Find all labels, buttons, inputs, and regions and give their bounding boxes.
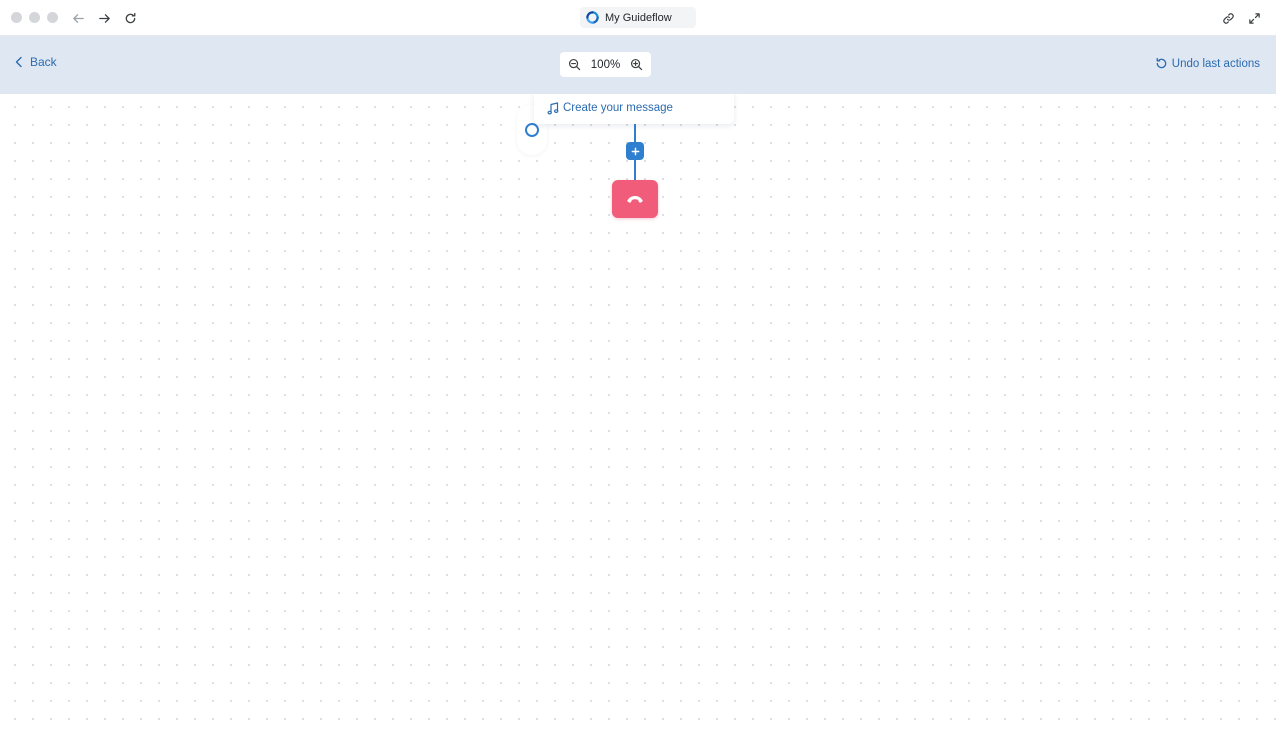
undo-last-actions-button[interactable]: Undo last actions xyxy=(1155,57,1260,70)
browser-back-button[interactable] xyxy=(68,8,88,28)
back-button[interactable]: Back xyxy=(14,55,57,69)
window-maximize-dot[interactable] xyxy=(47,12,58,23)
hang-up-icon xyxy=(627,196,643,203)
undo-label: Undo last actions xyxy=(1171,57,1260,70)
plus-icon xyxy=(631,147,639,155)
add-step-button[interactable] xyxy=(626,142,644,160)
music-note-icon xyxy=(547,101,559,115)
arrow-left-icon xyxy=(72,13,84,23)
expand-button[interactable] xyxy=(1244,8,1264,28)
back-label: Back xyxy=(30,55,57,69)
chevron-left-icon xyxy=(15,56,22,68)
window-close-dot[interactable] xyxy=(11,12,22,23)
expand-icon xyxy=(1248,12,1260,24)
tab-title: My Guideflow xyxy=(605,11,672,24)
message-node[interactable]: Create your message xyxy=(534,94,734,124)
node-connection-handle[interactable] xyxy=(525,123,539,137)
connector-line-bottom xyxy=(634,160,636,180)
connector-line-top xyxy=(634,124,636,142)
copy-link-button[interactable] xyxy=(1218,8,1238,28)
zoom-control: 100% xyxy=(560,52,651,77)
zoom-in-icon xyxy=(630,58,643,71)
window-minimize-dot[interactable] xyxy=(29,12,40,23)
browser-chrome: My Guideflow xyxy=(0,0,1276,36)
zoom-out-icon xyxy=(568,58,581,71)
address-bar[interactable]: My Guideflow xyxy=(580,7,696,28)
link-icon xyxy=(1222,12,1234,24)
arrow-right-icon xyxy=(98,13,110,23)
zoom-in-button[interactable] xyxy=(630,58,643,71)
flow-canvas[interactable]: Create your message xyxy=(0,94,1276,734)
browser-forward-button[interactable] xyxy=(94,8,114,28)
editor-toolbar: Back 100% Undo last actions xyxy=(0,36,1276,94)
zoom-level: 100% xyxy=(590,58,621,71)
end-call-node[interactable] xyxy=(612,180,658,218)
message-node-label: Create your message xyxy=(563,102,673,114)
reload-icon xyxy=(125,12,135,23)
guideflow-logo-icon xyxy=(586,11,599,24)
undo-icon xyxy=(1156,57,1167,69)
zoom-out-button[interactable] xyxy=(568,58,581,71)
browser-reload-button[interactable] xyxy=(120,8,140,28)
